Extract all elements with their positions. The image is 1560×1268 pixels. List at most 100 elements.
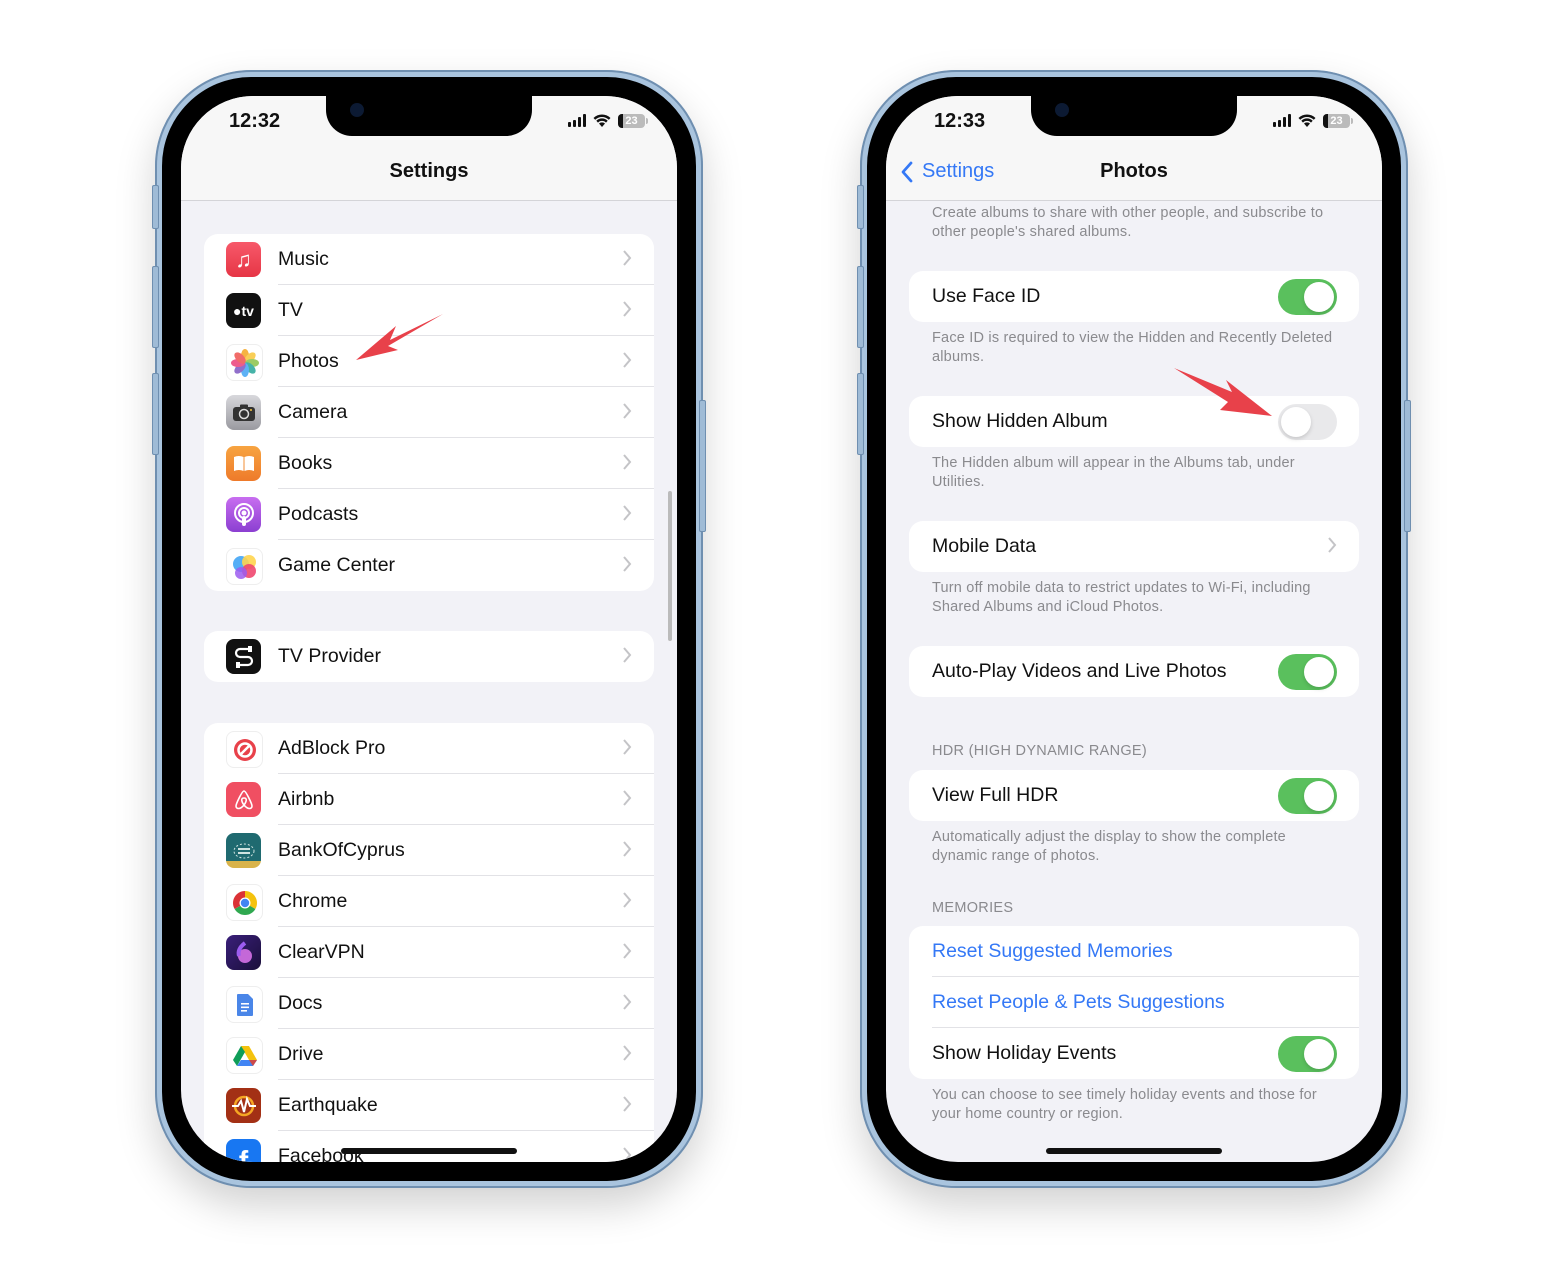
home-indicator[interactable] (1046, 1148, 1222, 1154)
hdr-section-header: HDR (HIGH DYNAMIC RANGE) (932, 743, 1148, 759)
settings-item-clearvpn[interactable]: ClearVPN (204, 927, 654, 978)
chevron-right-icon (623, 647, 632, 663)
chevron-right-icon (623, 301, 632, 317)
mobile-data-row[interactable]: Mobile Data (909, 521, 1359, 572)
power-button (1404, 400, 1411, 532)
mobile-data-group: Mobile Data (909, 521, 1359, 572)
settings-item-bankofcyprus[interactable]: BankOfCyprus (204, 825, 654, 876)
settings-item-game-center[interactable]: Game Center (204, 540, 654, 591)
autoplay-row: Auto-Play Videos and Live Photos (909, 646, 1359, 697)
memories-section-header: MEMORIES (932, 900, 1014, 916)
chevron-right-icon (623, 994, 632, 1010)
reset-people-pets-row[interactable]: Reset People & Pets Suggestions (909, 977, 1359, 1028)
chevron-right-icon (623, 1096, 632, 1112)
reset-suggested-memories-button[interactable]: Reset Suggested Memories (932, 940, 1173, 963)
hidden-album-footer: The Hidden album will appear in the Albu… (932, 455, 1295, 490)
view-full-hdr-toggle[interactable] (1278, 778, 1337, 814)
show-hidden-album-row: Show Hidden Album (909, 396, 1359, 447)
hdr-group: View Full HDR (909, 770, 1359, 821)
annotation-arrow-hidden-album (1174, 368, 1272, 416)
item-label: BankOfCyprus (278, 839, 405, 861)
settings-item-drive[interactable]: Drive (204, 1029, 654, 1080)
volume-up-button (857, 266, 864, 348)
settings-item-earthquake[interactable]: Earthquake (204, 1080, 654, 1131)
chevron-right-icon (1328, 537, 1337, 553)
settings-item-tv-provider[interactable]: TV Provider (204, 631, 654, 682)
volume-down-button (152, 373, 159, 455)
right-phone-frame: 12:33 23 Settings Photos Create albums t… (857, 70, 1411, 1188)
show-holiday-events-toggle[interactable] (1278, 1036, 1337, 1072)
hidden-album-group: Show Hidden Album (909, 396, 1359, 447)
chevron-right-icon (623, 403, 632, 419)
front-camera (1055, 103, 1069, 117)
cellular-signal-icon (568, 114, 586, 127)
settings-item-facebook[interactable]: f Facebook (204, 1131, 654, 1162)
item-label: Books (278, 452, 333, 474)
chevron-right-icon (623, 352, 632, 368)
chevron-right-icon (623, 943, 632, 959)
item-label: Chrome (278, 890, 348, 912)
bezel: 12:33 23 Settings Photos Create albums t… (867, 77, 1401, 1181)
photos-icon (226, 344, 263, 381)
earthquake-icon (226, 1088, 261, 1123)
status-time: 12:32 (229, 110, 281, 132)
settings-item-airbnb[interactable]: Airbnb (204, 774, 654, 825)
show-holiday-events-row: Show Holiday Events (909, 1028, 1359, 1079)
docs-icon (226, 986, 263, 1023)
memories-group: Reset Suggested Memories Reset People & … (909, 926, 1359, 1079)
settings-item-music[interactable]: ♫ Music (204, 234, 654, 285)
item-label: ClearVPN (278, 941, 365, 963)
autoplay-label: Auto-Play Videos and Live Photos (932, 660, 1227, 682)
facebook-icon: f (226, 1139, 261, 1162)
clearvpn-icon (226, 935, 261, 970)
settings-item-docs[interactable]: Docs (204, 978, 654, 1029)
settings-item-podcasts[interactable]: Podcasts (204, 489, 654, 540)
settings-item-chrome[interactable]: Chrome (204, 876, 654, 927)
settings-item-adblock-pro[interactable]: AdBlock Pro (204, 723, 654, 774)
home-indicator[interactable] (341, 1148, 517, 1154)
hdr-footer: Automatically adjust the display to show… (932, 829, 1286, 864)
view-full-hdr-row: View Full HDR (909, 770, 1359, 821)
apple-apps-group: ♫ Music ●tv TV Photos Camera Books Podca… (204, 234, 654, 591)
game-center-icon (226, 548, 263, 585)
item-label: TV Provider (278, 645, 381, 667)
item-label: AdBlock Pro (278, 737, 386, 759)
scroll-indicator[interactable] (668, 491, 672, 641)
notch (1031, 96, 1237, 136)
music-icon: ♫ (226, 242, 261, 277)
view-full-hdr-label: View Full HDR (932, 784, 1059, 806)
chevron-right-icon (623, 505, 632, 521)
drive-icon (226, 1037, 263, 1074)
battery-icon: 23 (1323, 113, 1353, 128)
photos-settings-screen: 12:33 23 Settings Photos Create albums t… (886, 96, 1382, 1162)
face-id-footer: Face ID is required to view the Hidden a… (932, 330, 1333, 365)
settings-item-camera[interactable]: Camera (204, 387, 654, 438)
use-face-id-toggle[interactable] (1278, 279, 1337, 315)
silent-switch (857, 185, 864, 229)
bezel: 12:32 23 Settings ♫ Music ●tv TV Photos … (162, 77, 696, 1181)
reset-people-pets-button[interactable]: Reset People & Pets Suggestions (932, 991, 1225, 1014)
chevron-right-icon (623, 250, 632, 266)
settings-screen: 12:32 23 Settings ♫ Music ●tv TV Photos … (181, 96, 677, 1162)
mobile-data-footer: Turn off mobile data to restrict updates… (932, 580, 1311, 615)
show-hidden-album-toggle[interactable] (1278, 404, 1337, 440)
notch (326, 96, 532, 136)
tv-provider-icon (226, 639, 261, 674)
left-phone-frame: 12:32 23 Settings ♫ Music ●tv TV Photos … (152, 70, 706, 1188)
settings-item-books[interactable]: Books (204, 438, 654, 489)
reset-suggested-memories-row[interactable]: Reset Suggested Memories (909, 926, 1359, 977)
use-face-id-row: Use Face ID (909, 271, 1359, 322)
photos-settings-list: Create albums to share with other people… (886, 201, 1382, 1162)
airbnb-icon (226, 782, 261, 817)
item-label: Podcasts (278, 503, 359, 525)
chevron-right-icon (623, 739, 632, 755)
adblock-icon (226, 731, 263, 768)
autoplay-toggle[interactable] (1278, 654, 1337, 690)
item-label: Drive (278, 1043, 324, 1065)
status-time: 12:33 (934, 110, 986, 132)
chevron-right-icon (623, 1045, 632, 1061)
wifi-icon (1298, 114, 1316, 127)
tv-provider-group: TV Provider (204, 631, 654, 682)
podcasts-icon (226, 497, 261, 532)
chrome-icon (226, 884, 263, 921)
